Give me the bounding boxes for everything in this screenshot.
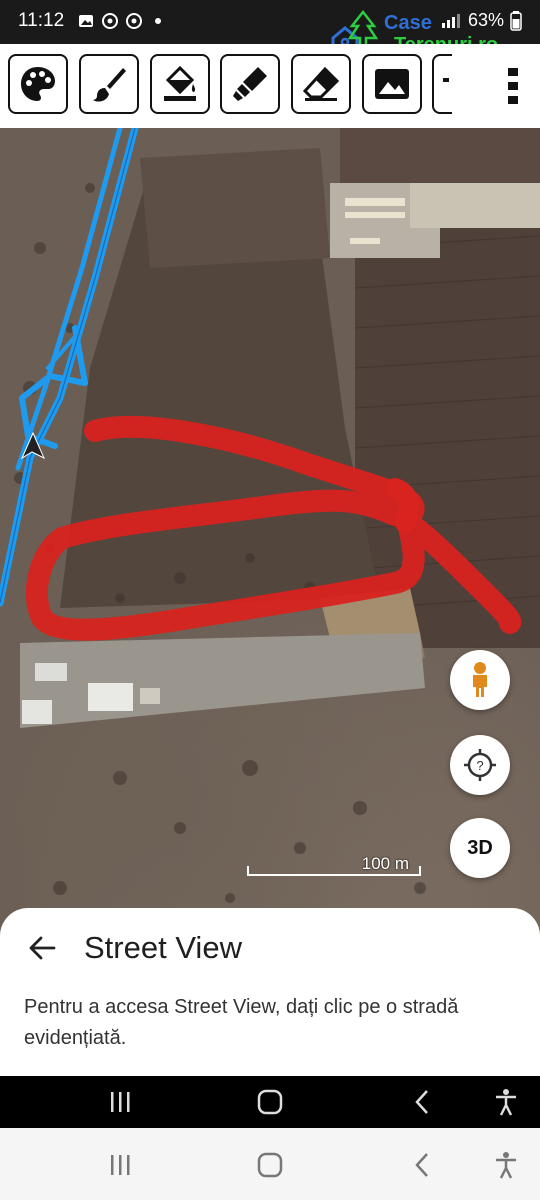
chrome-icon xyxy=(102,13,118,29)
watermark-line1: Case xyxy=(384,12,432,34)
status-icons xyxy=(78,13,166,29)
eraser-tool-button[interactable] xyxy=(291,54,351,114)
more-options-button[interactable] xyxy=(506,66,520,106)
palette-icon xyxy=(21,67,55,101)
text-icon xyxy=(443,78,449,82)
highlighter-icon xyxy=(233,67,267,101)
system-nav-bar-light xyxy=(0,1128,540,1200)
text-tool-button-partial[interactable] xyxy=(432,54,452,114)
highlighter-tool-button[interactable] xyxy=(220,54,280,114)
image-icon xyxy=(375,69,409,99)
gallery-icon xyxy=(78,13,94,29)
home-button-secondary[interactable] xyxy=(250,1150,290,1180)
paint-bucket-icon xyxy=(164,65,196,101)
pegman-icon xyxy=(473,662,487,697)
drawing-toolbar xyxy=(0,44,540,128)
accessibility-button[interactable] xyxy=(486,1088,526,1116)
image-tool-button[interactable] xyxy=(362,54,422,114)
chevron-left-icon xyxy=(415,1090,428,1114)
pegman-button[interactable] xyxy=(450,650,510,710)
scale-bar xyxy=(247,866,421,876)
home-button[interactable] xyxy=(250,1088,290,1116)
back-button[interactable] xyxy=(26,932,58,964)
map-scale: 100 m xyxy=(247,850,421,878)
accessibility-button-secondary[interactable] xyxy=(486,1150,526,1180)
fill-tool-button[interactable] xyxy=(150,54,210,114)
3d-toggle-button[interactable]: 3D xyxy=(450,818,510,878)
svg-text:?: ? xyxy=(476,758,483,773)
accessibility-icon xyxy=(496,1089,516,1116)
more-vert-icon xyxy=(508,68,518,104)
dot-icon xyxy=(150,13,166,29)
my-location-button[interactable]: ? xyxy=(450,735,510,795)
street-view-sheet: Street View Pentru a accesa Street View,… xyxy=(0,908,540,1076)
chevron-left-icon xyxy=(415,1153,428,1177)
home-icon xyxy=(257,1089,283,1115)
arrow-back-icon xyxy=(29,936,56,960)
status-time: 11:12 xyxy=(18,10,65,31)
system-nav-bar-dark xyxy=(0,1076,540,1128)
brush-tool-button[interactable] xyxy=(79,54,139,114)
recents-button[interactable] xyxy=(100,1088,140,1116)
home-icon xyxy=(257,1152,283,1178)
back-nav-button-secondary[interactable] xyxy=(402,1150,442,1180)
recents-button-secondary[interactable] xyxy=(100,1150,140,1180)
brush-icon xyxy=(93,68,126,102)
sheet-description: Pentru a accesa Street View, dați clic p… xyxy=(24,996,459,1049)
location-help-icon: ? xyxy=(464,749,496,781)
accessibility-icon xyxy=(496,1152,516,1179)
back-nav-button[interactable] xyxy=(402,1088,442,1116)
recents-icon xyxy=(111,1155,130,1175)
sheet-title: Street View xyxy=(84,930,242,965)
palette-tool-button[interactable] xyxy=(8,54,68,114)
recents-icon xyxy=(111,1092,130,1112)
eraser-icon xyxy=(302,66,340,101)
chrome-icon xyxy=(126,13,142,29)
